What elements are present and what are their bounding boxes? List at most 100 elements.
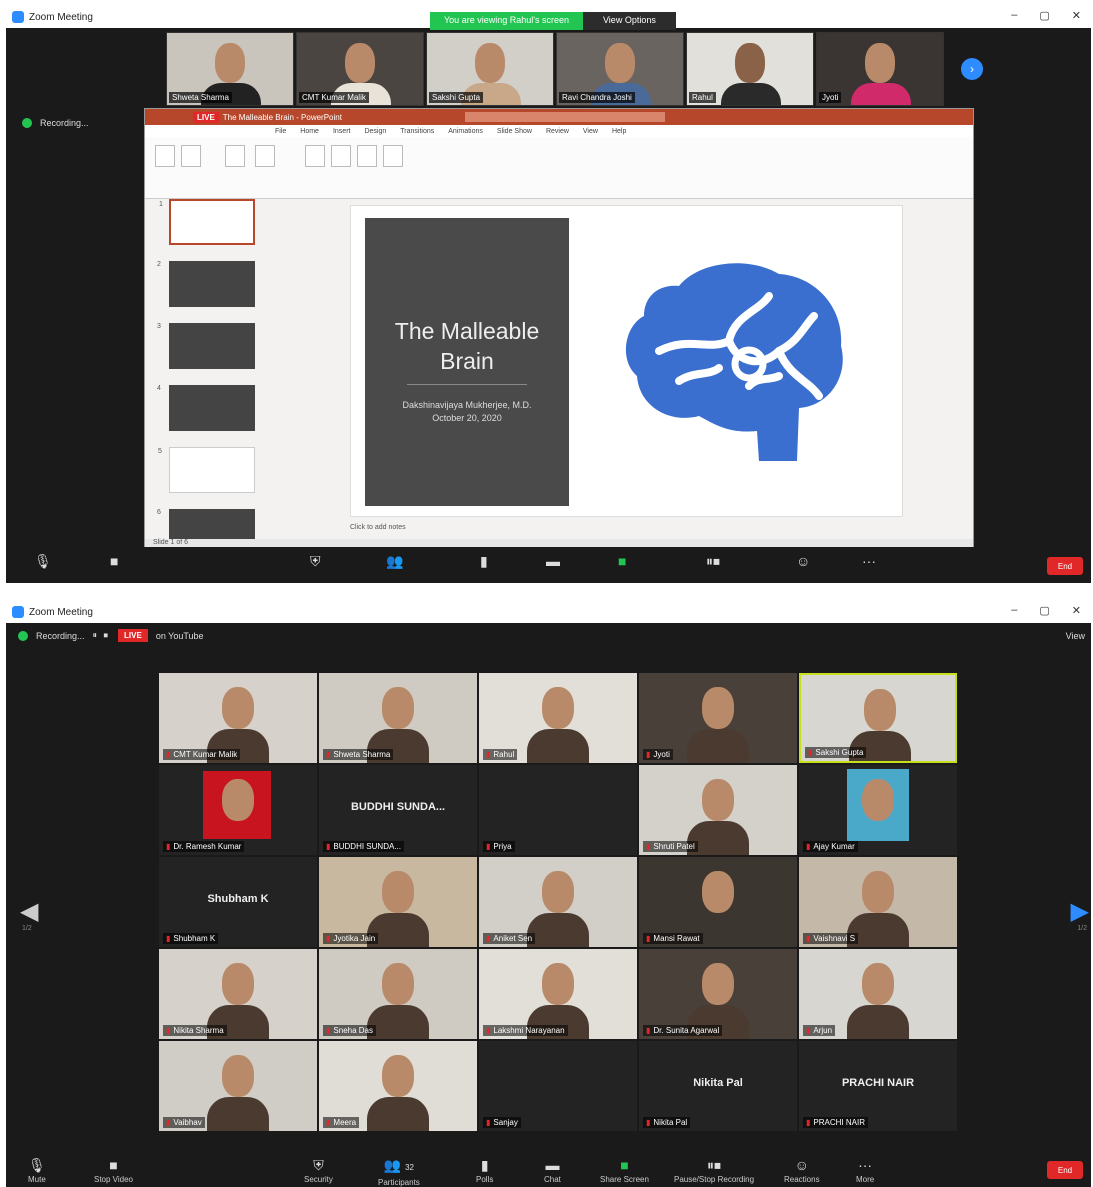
tab-transitions[interactable]: Transitions [400, 128, 434, 135]
participant-tile[interactable]: ▮ Meera [319, 1041, 477, 1131]
participant-tile[interactable]: ▮ Shruti Patel [639, 765, 797, 855]
pause-recording-icon[interactable]: ⏸ ⏹ [93, 630, 111, 641]
tab-review[interactable]: Review [546, 128, 569, 135]
participant-tile[interactable]: ▮ Sakshi Gupta [799, 673, 957, 763]
polls-button[interactable]: ▮ Polls [476, 1157, 493, 1184]
participants-button[interactable]: 👥 32 Participants [378, 1157, 420, 1187]
participant-tile[interactable]: BUDDHI SUNDA... ▮ BUDDHI SUNDA... [319, 765, 477, 855]
previous-page-icon[interactable]: ◀ [20, 897, 38, 926]
chat-button[interactable]: ▬ Chat [544, 1157, 561, 1184]
close-icon[interactable]: ✕ [1072, 604, 1081, 617]
slide-thumbnail[interactable]: 2 [157, 261, 255, 307]
participant-tile[interactable]: PRACHI NAIR ▮ PRACHI NAIR [799, 1041, 957, 1131]
tab-design[interactable]: Design [364, 128, 386, 135]
tab-animations[interactable]: Animations [448, 128, 483, 135]
participant-name-label: ▮ Rahul [483, 749, 518, 760]
participant-tile[interactable]: ▮ Ajay Kumar [799, 765, 957, 855]
reactions-button[interactable]: ☺ Reactions [784, 1157, 820, 1184]
end-meeting-button[interactable]: End [1047, 1161, 1083, 1179]
participant-tile[interactable]: ▮ Vaibhav [159, 1041, 317, 1131]
ribbon-button[interactable] [305, 145, 325, 167]
stop-video-button[interactable]: ■ Stop Video [94, 1157, 133, 1184]
live-on-label[interactable]: on YouTube [156, 631, 204, 641]
next-page-icon[interactable]: ▶ [1071, 897, 1089, 926]
share-screen-button[interactable]: ■ Share Screen [600, 1157, 649, 1184]
pause-stop-recording-button[interactable]: ⏸⏹ [706, 553, 720, 569]
slide-thumbnail[interactable]: 1 [159, 199, 255, 245]
participant-tile[interactable]: ▮ Arjun [799, 949, 957, 1039]
video-thumbnail[interactable]: Ravi Chandra Joshi [556, 32, 684, 106]
live-badge[interactable]: LIVE [118, 629, 148, 642]
muted-microphone-icon: ▮ [646, 1118, 651, 1127]
participant-tile[interactable]: ▮ Priya [479, 765, 637, 855]
participant-tile[interactable]: ▮ Shweta Sharma [319, 673, 477, 763]
participant-tile[interactable]: ▮ Jyoti [639, 673, 797, 763]
more-button[interactable]: ··· More [856, 1157, 874, 1184]
participant-tile[interactable]: ▮ Jyotika Jain [319, 857, 477, 947]
participant-tile[interactable]: ▮ CMT Kumar Malik [159, 673, 317, 763]
ribbon-button[interactable] [225, 145, 245, 167]
tab-file[interactable]: File [275, 128, 286, 135]
ribbon [145, 137, 973, 199]
participant-tile[interactable]: Nikita Pal ▮ Nikita Pal [639, 1041, 797, 1131]
ribbon-button[interactable] [331, 145, 351, 167]
ribbon-button[interactable] [181, 145, 201, 167]
slide-thumbnail[interactable]: 3 [157, 323, 255, 369]
participant-tile[interactable]: ▮ Dr. Ramesh Kumar [159, 765, 317, 855]
participant-tile[interactable]: ▮ Vaishnavi S [799, 857, 957, 947]
ribbon-button[interactable] [357, 145, 377, 167]
participant-tile[interactable]: ▮ Sneha Das [319, 949, 477, 1039]
participant-tile[interactable]: ▮ Aniket Sen [479, 857, 637, 947]
muted-microphone-icon: ▮ [326, 1118, 331, 1127]
minimize-icon[interactable]: – [1011, 604, 1017, 617]
next-page-icon[interactable]: › [961, 58, 983, 80]
tab-view[interactable]: View [583, 128, 598, 135]
tab-slide-show[interactable]: Slide Show [497, 128, 532, 135]
reactions-icon: ☺ [796, 553, 811, 569]
video-thumbnail[interactable]: Jyoti [816, 32, 944, 106]
mute-button[interactable]: 🎙 [34, 553, 52, 569]
slide-thumbnail[interactable]: 4 [157, 385, 255, 431]
mute-button[interactable]: 🎙 Mute [28, 1157, 46, 1184]
close-icon[interactable]: ✕ [1072, 9, 1081, 22]
tab-home[interactable]: Home [300, 128, 319, 135]
stop-video-button[interactable]: ■ [110, 553, 118, 569]
minimize-icon[interactable]: – [1011, 9, 1017, 22]
end-meeting-button[interactable]: End [1047, 557, 1083, 575]
video-thumbnail[interactable]: CMT Kumar Malik [296, 32, 424, 106]
notes-pane[interactable]: Click to add notes [350, 524, 406, 531]
chat-button[interactable]: ▬ [546, 553, 560, 569]
participant-tile[interactable]: Shubham K ▮ Shubham K [159, 857, 317, 947]
slide-thumbnail[interactable]: 5 [158, 447, 255, 493]
participants-button[interactable]: 👥 [386, 553, 403, 569]
maximize-icon[interactable]: ▢ [1039, 9, 1049, 22]
security-button[interactable]: ⛨ [310, 553, 321, 569]
muted-microphone-icon: ▮ [806, 1118, 811, 1127]
participant-tile[interactable]: ▮ Dr. Sunita Agarwal [639, 949, 797, 1039]
reactions-button[interactable]: ☺ [796, 553, 810, 569]
video-thumbnail[interactable]: Sakshi Gupta [426, 32, 554, 106]
view-options-button[interactable]: View Options [582, 12, 676, 30]
participant-tile[interactable]: ▮ Sanjay [479, 1041, 637, 1131]
participant-tile[interactable]: ▮ Mansi Rawat [639, 857, 797, 947]
participant-tile[interactable]: ▮ Rahul [479, 673, 637, 763]
maximize-icon[interactable]: ▢ [1039, 604, 1049, 617]
search-box[interactable] [465, 112, 665, 122]
shield-icon: ⛨ [313, 1157, 324, 1173]
share-screen-button[interactable]: ■ [618, 553, 626, 569]
ribbon-button[interactable] [383, 145, 403, 167]
participant-tile[interactable]: ▮ Nikita Sharma [159, 949, 317, 1039]
tab-insert[interactable]: Insert [333, 128, 351, 135]
tab-help[interactable]: Help [612, 128, 626, 135]
video-thumbnail[interactable]: Rahul [686, 32, 814, 106]
ribbon-button[interactable] [155, 145, 175, 167]
security-button[interactable]: ⛨ Security [304, 1157, 333, 1184]
slide-canvas[interactable]: The Malleable Brain Dakshinavijaya Mukhe… [350, 205, 903, 517]
polls-button[interactable]: ▮ [480, 553, 488, 569]
more-button[interactable]: ··· [862, 553, 876, 569]
video-thumbnail[interactable]: Shweta Sharma [166, 32, 294, 106]
ribbon-button[interactable] [255, 145, 275, 167]
view-button[interactable]: View [1066, 631, 1085, 641]
pause-stop-recording-button[interactable]: ⏸⏹ Pause/Stop Recording [674, 1157, 754, 1184]
participant-tile[interactable]: ▮ Lakshmi Narayanan [479, 949, 637, 1039]
